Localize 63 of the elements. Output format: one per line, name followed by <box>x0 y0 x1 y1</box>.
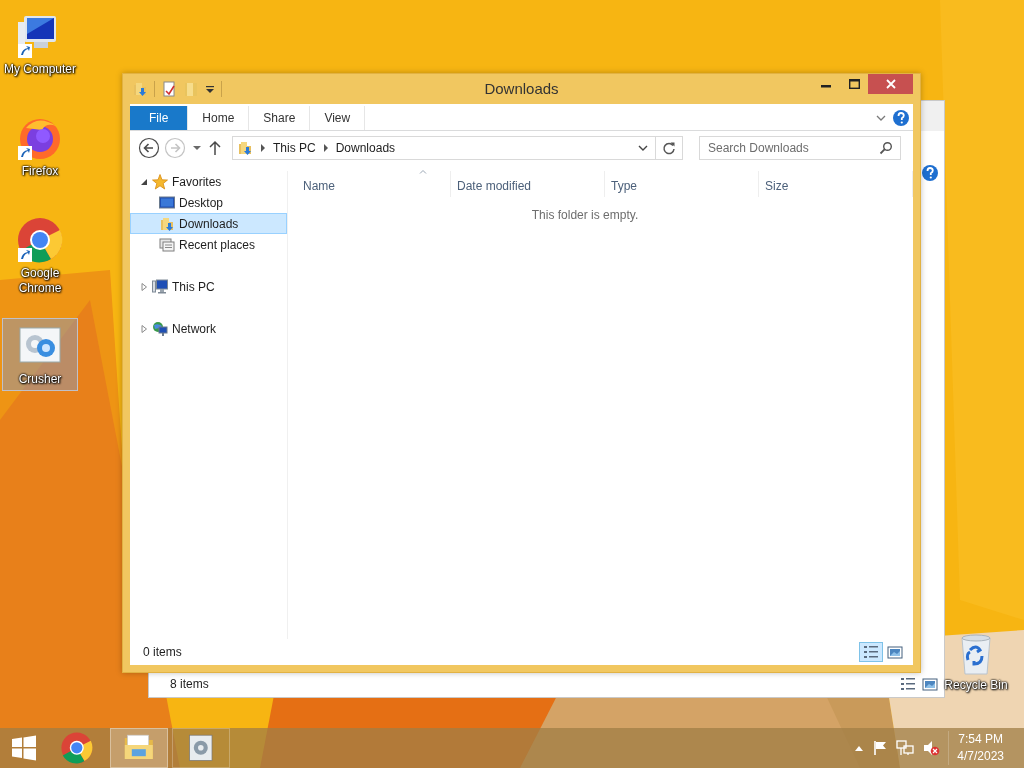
folder-download-icon <box>159 215 175 232</box>
icon-label: Recycle Bin <box>944 678 1008 693</box>
network-icon <box>152 320 168 337</box>
nav-item[interactable]: Recent places <box>130 234 287 255</box>
column-header[interactable]: Type <box>605 171 759 197</box>
refresh-icon[interactable] <box>662 141 676 155</box>
maximize-icon <box>848 79 860 89</box>
folder-download-icon <box>237 140 253 156</box>
speaker-muted-icon[interactable] <box>922 740 941 756</box>
icon-label: My Computer <box>4 62 76 77</box>
column-header[interactable]: Date modified <box>451 171 605 197</box>
chevron-icon <box>321 143 330 153</box>
close-icon <box>885 79 896 89</box>
file-menu-button[interactable]: File <box>130 106 189 130</box>
icon-label: Crusher <box>18 372 62 387</box>
column-header[interactable]: Size <box>759 171 913 197</box>
desktop-icon <box>159 194 175 211</box>
show-hidden-icons-icon[interactable] <box>854 744 865 752</box>
details-view-button[interactable] <box>859 642 883 662</box>
ribbon-tab[interactable]: View <box>310 106 366 130</box>
ribbon-tab[interactable]: Home <box>188 106 250 130</box>
large-icons-view-icon <box>922 676 938 692</box>
close-button[interactable] <box>868 74 913 94</box>
chevron-icon <box>259 143 267 153</box>
recent-places-icon <box>159 236 175 253</box>
properties-icon[interactable] <box>161 81 177 97</box>
window-title: Downloads <box>484 79 559 97</box>
breadcrumb-item[interactable]: This PC <box>273 139 316 157</box>
help-icon <box>922 165 938 181</box>
search-icon <box>879 141 893 155</box>
taskbar-app-button[interactable] <box>172 728 230 768</box>
icon-label: Firefox <box>21 164 59 179</box>
windows-logo-icon <box>10 735 38 761</box>
large-icons-view-icon <box>887 644 903 660</box>
breadcrumb-item[interactable]: Downloads <box>335 139 396 157</box>
flag-icon[interactable] <box>872 740 889 756</box>
search-field[interactable]: Search Downloads <box>699 136 901 160</box>
chrome-icon <box>60 731 94 765</box>
status-text: 0 items <box>143 644 182 661</box>
taskbar-app-button[interactable] <box>110 728 168 768</box>
network-icon[interactable] <box>896 740 915 756</box>
details-view-icon <box>900 676 916 692</box>
up-arrow-icon <box>208 140 222 156</box>
nav-item[interactable]: Downloads <box>130 213 287 234</box>
help-icon[interactable] <box>893 110 909 126</box>
sort-ascending-icon <box>419 169 427 174</box>
nav-item[interactable]: Favorites <box>130 171 287 192</box>
up-button[interactable] <box>208 140 222 156</box>
nav-item[interactable]: This PC <box>130 276 287 297</box>
chrome-icon <box>16 216 64 264</box>
empty-folder-message: This folder is empty. <box>531 208 639 222</box>
star-icon <box>152 173 168 190</box>
icon-label: Google Chrome <box>17 266 63 296</box>
details-view-icon <box>863 644 879 660</box>
computer-icon <box>152 278 168 295</box>
column-header[interactable]: Name <box>297 171 451 197</box>
status-text: 8 items <box>170 676 209 693</box>
nav-item[interactable]: Network <box>130 318 287 339</box>
folder-download-icon[interactable] <box>132 81 148 97</box>
back-button[interactable] <box>138 137 160 159</box>
address-bar[interactable]: This PC Downloads <box>232 136 683 160</box>
ribbon-tab[interactable]: Share <box>249 106 311 130</box>
nav-item[interactable]: Desktop <box>130 192 287 213</box>
